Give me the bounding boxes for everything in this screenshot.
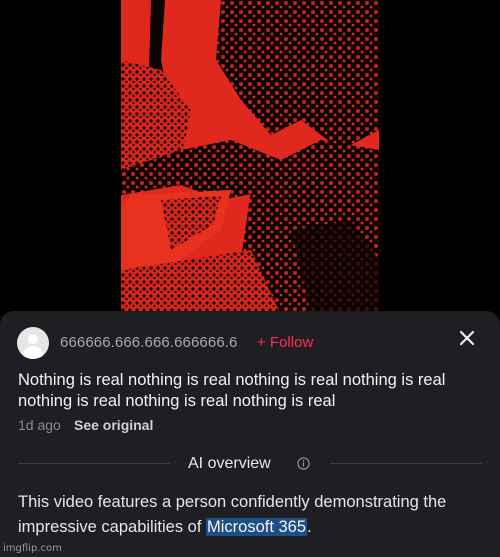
avatar-body: [23, 346, 43, 359]
post-details-sheet: 666666.666.666.666666.6 + Follow Nothing…: [0, 311, 500, 557]
divider-left: [18, 463, 170, 464]
close-icon[interactable]: [455, 326, 479, 350]
see-original-button[interactable]: See original: [74, 417, 153, 434]
highlighted-term: Microsoft 365: [206, 518, 308, 536]
default-avatar-icon[interactable]: [17, 327, 49, 359]
watermark: imgflip.com: [3, 543, 62, 554]
ai-overview-text: This video features a person confidently…: [18, 490, 490, 540]
screen: 666666.666.666.666666.6 + Follow Nothing…: [0, 0, 500, 557]
post-caption: Nothing is real nothing is real nothing …: [18, 371, 446, 410]
username[interactable]: 666666.666.666.666666.6: [60, 334, 237, 352]
video-still-image: [121, 0, 379, 315]
post-timestamp: 1d ago: [18, 417, 61, 433]
follow-button[interactable]: + Follow: [257, 334, 313, 352]
avatar-head: [28, 334, 38, 344]
ai-overview-title: AI overview: [188, 455, 271, 472]
info-icon[interactable]: [297, 457, 310, 470]
divider-right: [330, 463, 482, 464]
video-frame[interactable]: [121, 0, 379, 315]
ai-overview-text-after: .: [307, 518, 312, 536]
video-player[interactable]: [0, 0, 500, 315]
